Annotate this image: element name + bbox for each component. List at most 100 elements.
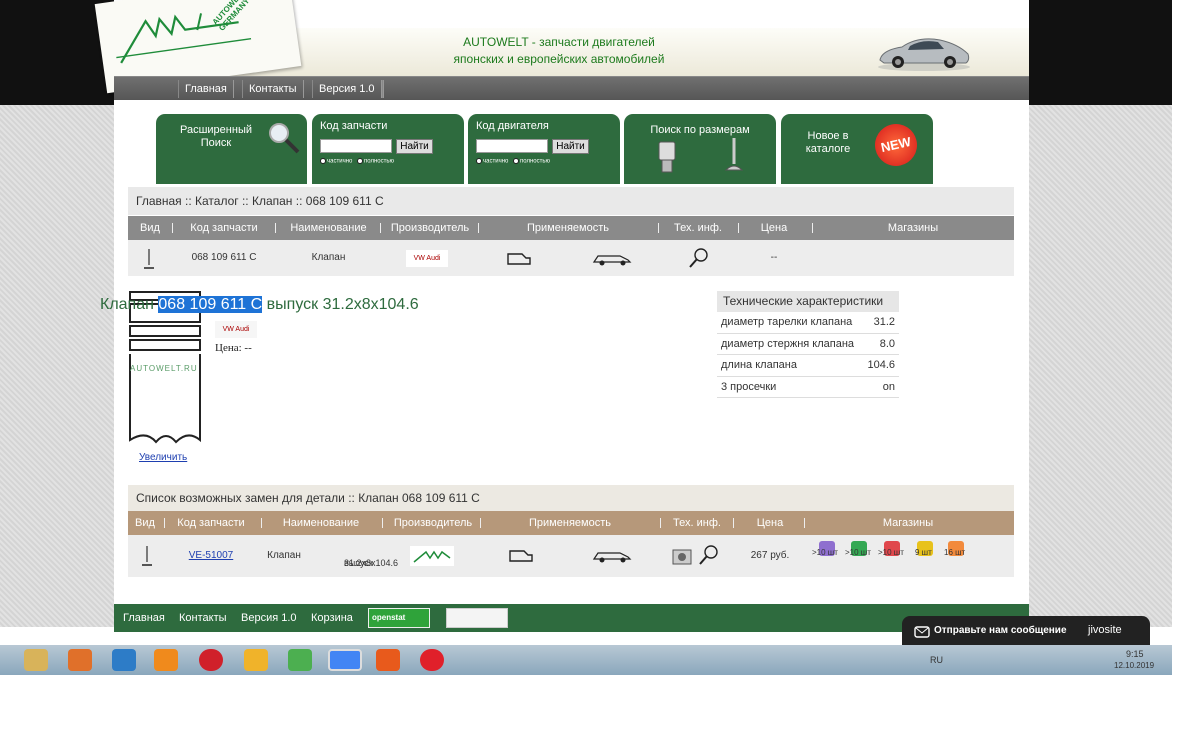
store-qty: 9 шт xyxy=(915,548,932,557)
valve-thumb-icon xyxy=(144,249,154,269)
part-code-find-button[interactable]: Найти xyxy=(396,139,433,154)
radio-full[interactable] xyxy=(513,158,520,164)
footer-cart[interactable]: Корзина xyxy=(311,604,353,632)
tile-engine-code: Код двигателя Найти частично полностью xyxy=(468,114,620,184)
language-indicator[interactable]: RU xyxy=(930,655,943,665)
table-row[interactable]: VE-51007 Клапан выпуск 31.2x8x104.6 267 р… xyxy=(128,535,1014,577)
row-price: -- xyxy=(770,252,778,263)
engine-code-input[interactable] xyxy=(476,139,548,153)
replacements-title: Список возможных замен для детали :: Кла… xyxy=(128,485,1014,511)
tile-advanced-search[interactable]: Расширенный Поиск xyxy=(156,114,307,184)
spec-row: диаметр тарелки клапана 31.2 xyxy=(717,312,899,334)
part-code-radios: частично полностью xyxy=(320,158,394,165)
table-row[interactable]: 068 109 611 С Клапан VW Audi -- xyxy=(128,240,1014,276)
chat-brand: jivosite xyxy=(1088,624,1122,636)
windows-taskbar: RU 9:15 12.10.2019 xyxy=(0,645,1172,675)
footer-contacts[interactable]: Контакты xyxy=(179,604,227,632)
col-name: Наименование xyxy=(282,517,360,529)
top-nav: Главная Контакты Версия 1.0 xyxy=(114,76,1029,100)
col-applicability: Применяемость xyxy=(527,222,609,234)
radio-partial[interactable] xyxy=(476,158,482,164)
radio-full[interactable] xyxy=(357,158,364,164)
tech-spec-table: Технические характеристики диаметр тарел… xyxy=(717,291,899,398)
opera-icon[interactable] xyxy=(199,649,223,671)
app-icon[interactable] xyxy=(376,649,400,671)
chrome-icon[interactable] xyxy=(328,649,362,671)
app-icon[interactable] xyxy=(244,649,268,671)
tech-spec-title: Технические характеристики xyxy=(717,291,899,312)
zoom-icon[interactable] xyxy=(698,544,720,566)
clock-time[interactable]: 9:15 xyxy=(1126,649,1144,659)
nav-version[interactable]: Версия 1.0 xyxy=(312,80,382,98)
car-side-icon[interactable] xyxy=(592,252,632,266)
clock-date[interactable]: 12.10.2019 xyxy=(1114,661,1154,670)
replacement-price: 267 руб. xyxy=(750,550,790,561)
ie-icon[interactable] xyxy=(112,649,136,671)
store-qty: >10 шт xyxy=(878,548,904,557)
store-qty: 16 шт xyxy=(944,548,966,557)
tile-size-search[interactable]: Поиск по размерам xyxy=(624,114,776,184)
app-icon[interactable] xyxy=(288,649,312,671)
col-stores: Магазины xyxy=(882,517,934,529)
radio-partial[interactable] xyxy=(320,158,326,164)
replacement-desc: выпуск 31.2x8x104.6 xyxy=(344,558,399,568)
magnifier-icon xyxy=(269,123,300,154)
store-qty: >10 шт xyxy=(845,548,871,557)
autowelt-logo xyxy=(116,13,252,64)
footer-version[interactable]: Версия 1.0 xyxy=(241,604,297,632)
replacements-table-header: Вид Код запчасти Наименование Производит… xyxy=(128,511,1014,535)
car-side-icon[interactable] xyxy=(592,549,632,563)
yandex-browser-icon[interactable] xyxy=(420,649,444,671)
openstat-counter[interactable]: openstat xyxy=(368,608,430,628)
engine-icon[interactable] xyxy=(504,250,532,268)
breadcrumb: Главная :: Каталог :: Клапан :: 068 109 … xyxy=(128,187,1014,215)
col-name: Наименование xyxy=(290,222,367,234)
replacement-name: Клапан xyxy=(267,550,301,561)
col-code: Код запчасти xyxy=(177,517,245,529)
explorer-icon[interactable] xyxy=(24,649,48,671)
piston-icon xyxy=(658,141,676,173)
engine-code-title: Код двигателя xyxy=(476,120,549,132)
nav-home[interactable]: Главная xyxy=(178,80,234,98)
jivosite-chat[interactable]: Отправьте нам сообщение jivosite xyxy=(902,616,1150,646)
engine-icon[interactable] xyxy=(506,547,534,565)
selected-part-code[interactable]: 068 109 611 С xyxy=(158,296,263,313)
firefox-icon[interactable] xyxy=(68,649,92,671)
chat-message: Отправьте нам сообщение xyxy=(934,625,1067,636)
part-code-title: Код запчасти xyxy=(320,120,388,132)
nav-contacts[interactable]: Контакты xyxy=(242,80,304,98)
col-tech-info: Тех. инф. xyxy=(673,517,721,529)
spec-row: 3 просечки on xyxy=(717,377,899,398)
engine-code-radios: частично полностью xyxy=(476,158,550,165)
store-qty: >10 шт xyxy=(812,548,838,557)
spec-row: диаметр стержня клапана 8.0 xyxy=(717,334,899,355)
nav-divider xyxy=(382,80,384,98)
advanced-search-label: Расширенный Поиск xyxy=(180,124,252,149)
part-title: Клапан 068 109 611 С выпуск 31.2x8x104.6 xyxy=(100,296,419,313)
enlarge-link[interactable]: Увеличить xyxy=(139,452,187,463)
col-price: Цена xyxy=(756,517,784,529)
catalog-table-header: Вид Код запчасти Наименование Производит… xyxy=(128,216,1014,240)
engine-code-find-button[interactable]: Найти xyxy=(552,139,589,154)
tile-new-in-catalog[interactable]: Новое в каталоге NEW xyxy=(781,114,933,184)
vw-audi-logo-icon: VW Audi xyxy=(215,321,257,338)
tile-part-code: Код запчасти Найти частично полностью xyxy=(312,114,464,184)
new-badge-icon: NEW xyxy=(871,120,921,170)
site-footer: Главная Контакты Версия 1.0 Корзина open… xyxy=(114,604,1029,632)
row-code: 068 109 611 С xyxy=(191,252,257,263)
col-stores: Магазины xyxy=(887,222,939,234)
col-view: Вид xyxy=(140,222,160,234)
vw-audi-logo-icon: VW Audi xyxy=(406,250,448,267)
message-icon xyxy=(914,626,930,638)
zoom-icon[interactable] xyxy=(688,247,710,269)
stat-counter-icon[interactable] xyxy=(446,608,508,628)
new-in-catalog-label: Новое в каталоге xyxy=(805,130,851,155)
footer-home[interactable]: Главная xyxy=(123,604,165,632)
part-code-input[interactable] xyxy=(320,139,392,153)
col-code: Код запчасти xyxy=(190,222,258,234)
replacement-code-link[interactable]: VE-51007 xyxy=(170,535,252,577)
col-view: Вид xyxy=(135,517,155,529)
valve-icon xyxy=(724,138,744,171)
app-icon[interactable] xyxy=(154,649,178,671)
photo-icon[interactable] xyxy=(672,547,692,565)
